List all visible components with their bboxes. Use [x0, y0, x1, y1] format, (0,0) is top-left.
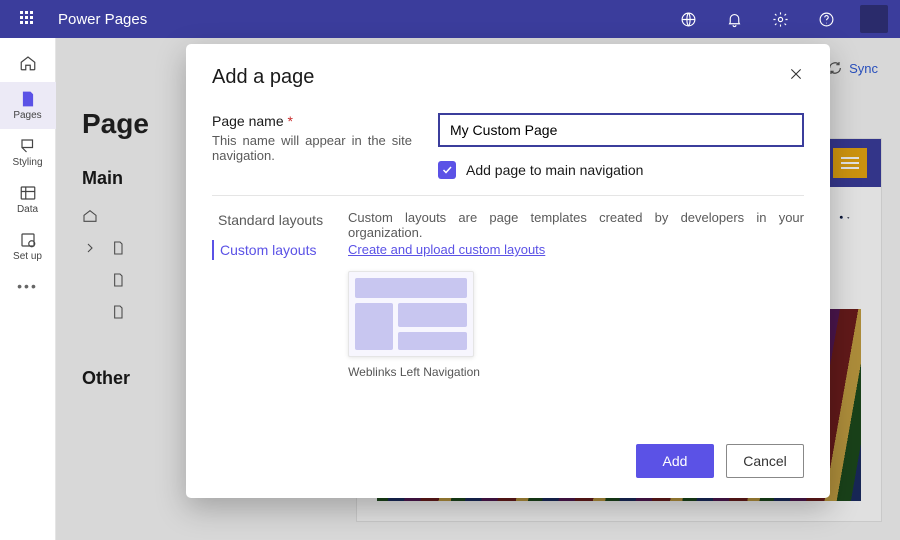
left-rail: Pages Styling Data Set up •••	[0, 38, 56, 540]
rail-setup-label: Set up	[13, 251, 42, 262]
main-area: eview Sync Page Main Other	[56, 38, 900, 540]
list-item[interactable]	[82, 240, 126, 256]
tab-standard-layouts[interactable]: Standard layouts	[212, 210, 332, 230]
custom-layouts-desc: Custom layouts are page templates create…	[348, 210, 804, 240]
sync-button[interactable]: Sync	[827, 60, 878, 76]
rail-more[interactable]: •••	[0, 270, 56, 302]
app-title: Power Pages	[58, 11, 147, 28]
add-page-dialog: Add a page Page name * This name will ap…	[186, 44, 830, 498]
rail-styling[interactable]: Styling	[0, 129, 56, 176]
list-item[interactable]	[82, 304, 126, 320]
menu-icon[interactable]	[833, 148, 867, 178]
rail-pages-label: Pages	[13, 110, 41, 121]
page-name-input[interactable]	[438, 113, 804, 147]
tab-custom-layouts[interactable]: Custom layouts	[212, 240, 332, 260]
close-icon[interactable]	[788, 66, 804, 85]
pages-list	[82, 208, 126, 320]
template-caption: Weblinks Left Navigation	[348, 365, 480, 381]
add-button[interactable]: Add	[636, 444, 714, 478]
zoom-control[interactable]	[839, 209, 851, 227]
app-topbar: Power Pages	[0, 0, 900, 38]
globe-icon[interactable]	[672, 3, 704, 35]
pages-other-heading: Other	[82, 368, 130, 389]
page-title: Page	[82, 108, 149, 140]
dialog-title: Add a page	[212, 66, 314, 89]
rail-data[interactable]: Data	[0, 176, 56, 223]
list-item[interactable]	[82, 272, 126, 288]
pages-main-heading: Main	[82, 168, 123, 189]
page-name-label: Page name *	[212, 113, 412, 129]
divider	[212, 195, 804, 196]
create-upload-link[interactable]: Create and upload custom layouts	[348, 242, 545, 257]
add-to-nav-checkbox[interactable]	[438, 161, 456, 179]
rail-styling-label: Styling	[12, 157, 42, 168]
page-name-hint: This name will appear in the site naviga…	[212, 133, 412, 163]
help-icon[interactable]	[810, 3, 842, 35]
gear-icon[interactable]	[764, 3, 796, 35]
cancel-button[interactable]: Cancel	[726, 444, 804, 478]
add-to-nav-label: Add page to main navigation	[466, 162, 643, 178]
rail-setup[interactable]: Set up	[0, 223, 56, 270]
rail-pages[interactable]: Pages	[0, 82, 56, 129]
list-item[interactable]	[82, 208, 126, 224]
rail-home[interactable]	[0, 44, 56, 82]
rail-data-label: Data	[17, 204, 38, 215]
bell-icon[interactable]	[718, 3, 750, 35]
layout-template-card[interactable]: Weblinks Left Navigation	[348, 271, 480, 381]
avatar[interactable]	[860, 5, 888, 33]
waffle-icon[interactable]	[12, 3, 44, 35]
